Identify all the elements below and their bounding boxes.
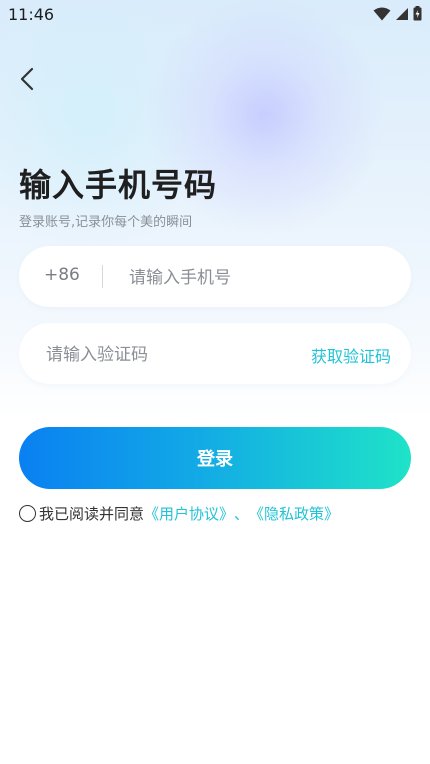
status-icons	[373, 6, 422, 21]
code-field: 获取验证码	[19, 323, 411, 384]
agreement-row: 我已阅读并同意 《用户协议》 、 《隐私政策》	[19, 503, 339, 524]
status-bar: 11:46	[0, 0, 430, 30]
country-code-prefix[interactable]: +86	[44, 265, 80, 285]
agreement-text: 我已阅读并同意	[39, 505, 145, 523]
divider	[102, 265, 103, 288]
phone-field: +86	[19, 246, 411, 307]
get-code-button[interactable]: 获取验证码	[311, 343, 391, 367]
agreement-separator: 、	[234, 505, 250, 523]
page-subtitle: 登录账号,记录你每个美的瞬间	[19, 215, 193, 230]
back-button[interactable]	[16, 64, 44, 94]
page-title: 输入手机号码	[19, 166, 218, 204]
signal-icon	[396, 7, 408, 20]
user-agreement-link[interactable]: 《用户协议》	[144, 503, 234, 524]
code-input[interactable]	[44, 335, 288, 374]
login-button[interactable]: 登录	[19, 427, 411, 489]
status-time: 11:46	[8, 5, 55, 24]
battery-icon	[413, 6, 422, 21]
privacy-policy-link[interactable]: 《隐私政策》	[249, 503, 339, 524]
agreement-checkbox[interactable]	[19, 505, 36, 522]
phone-input[interactable]	[127, 258, 391, 297]
wifi-icon	[373, 7, 391, 20]
back-arrow-icon	[20, 67, 34, 91]
